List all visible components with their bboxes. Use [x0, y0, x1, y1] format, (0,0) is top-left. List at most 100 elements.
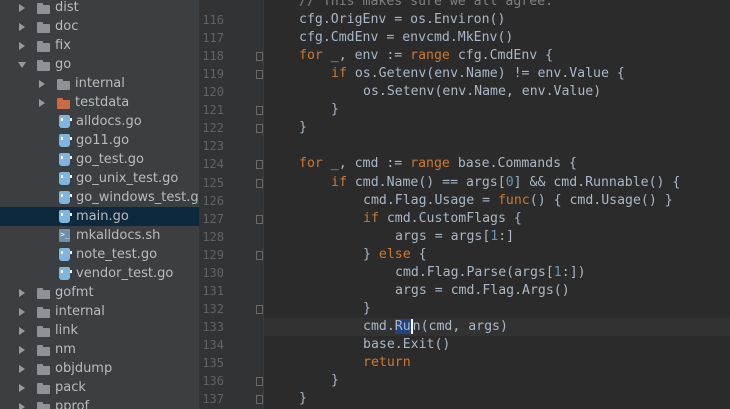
tree-item-go[interactable]: go: [0, 55, 199, 74]
fold-marker-icon[interactable]: [256, 395, 263, 405]
tree-item-alldocs-go[interactable]: alldocs.go: [0, 112, 199, 131]
project-tree-panel: dist doc fix go internal testdata alldocs.go go…: [0, 0, 200, 409]
tree-item-mkalldocs-sh[interactable]: mkalldocs.sh: [0, 226, 199, 245]
code-line[interactable]: for _, cmd := range base.Commands {: [299, 155, 577, 173]
code-line[interactable]: } else {: [299, 246, 427, 264]
folder-icon: [36, 285, 52, 300]
folder-icon: [36, 361, 52, 376]
code-line-content: }: [299, 391, 307, 406]
chevron-right-icon[interactable]: [18, 283, 28, 302]
tree-item-testdata[interactable]: testdata: [0, 93, 199, 112]
chevron-right-icon[interactable]: [38, 74, 48, 93]
code-line-content: cmd.Ru n(cmd, args): [363, 318, 508, 334]
line-number: 134: [202, 337, 224, 352]
code-token: for: [299, 48, 323, 64]
line-number: 122: [202, 121, 224, 136]
tree-item-label: internal: [75, 76, 125, 91]
tree-item-fix[interactable]: fix: [0, 36, 199, 55]
code-line-content: cfg.CmdEnv = envcmd.MkEnv(): [299, 30, 513, 45]
fold-marker-icon[interactable]: [256, 124, 263, 134]
chevron-right-icon[interactable]: [18, 359, 28, 378]
code-token: if: [363, 210, 379, 226]
code-line-content: }: [363, 301, 371, 316]
code-line[interactable]: }: [299, 372, 339, 390]
code-line[interactable]: }: [299, 101, 339, 119]
tree-item-label: go11.go: [76, 133, 130, 148]
fold-marker-icon[interactable]: [256, 160, 263, 170]
line-number: 120: [202, 85, 224, 100]
code-line[interactable]: cmd.Flag.Usage = func() { cmd.Usage() }: [299, 192, 673, 210]
chevron-right-icon[interactable]: [18, 321, 28, 340]
code-line[interactable]: return: [299, 354, 411, 372]
chevron-right-icon[interactable]: [18, 397, 28, 409]
code-line[interactable]: cfg.OrigEnv = os.Environ(): [299, 11, 505, 29]
tree-item-go11-go[interactable]: go11.go: [0, 131, 199, 150]
folder-icon: [36, 0, 52, 15]
code-editor[interactable]: 116 117 118 119 120 121 122 123 124 125 126 127 128 1…: [200, 0, 730, 409]
code-line[interactable]: for _, env := range cfg.CmdEnv {: [299, 47, 553, 65]
tree-item-note-test-go[interactable]: note_test.go: [0, 245, 199, 264]
fold-marker-icon[interactable]: [256, 106, 263, 116]
code-line[interactable]: cmd.Ru n(cmd, args): [264, 317, 730, 336]
tree-item-go-test-go[interactable]: go_test.go: [0, 150, 199, 169]
tree-item-main-go[interactable]: main.go: [0, 207, 199, 226]
fold-marker-icon[interactable]: [256, 250, 263, 260]
tree-item-pprof[interactable]: pprof: [0, 397, 199, 409]
go-file-icon: [57, 209, 73, 224]
code-line[interactable]: base.Exit(): [299, 336, 450, 354]
line-number: 133: [202, 319, 224, 334]
code-token: {: [410, 246, 427, 262]
chevron-right-icon[interactable]: [18, 378, 28, 397]
tree-item-label: dist: [55, 0, 79, 15]
code-line[interactable]: }: [299, 300, 371, 318]
tree-item-pack[interactable]: pack: [0, 378, 199, 397]
code-line-content: cmd.Flag.Usage = func() { cmd.Usage() }: [363, 193, 673, 208]
code-line[interactable]: args = args[1:]: [299, 228, 514, 246]
chevron-right-icon[interactable]: [18, 0, 28, 17]
tree-item-gofmt[interactable]: gofmt: [0, 283, 199, 302]
tree-item-go-windows-test-go[interactable]: go_windows_test.go: [0, 188, 199, 207]
line-number: 123: [202, 139, 224, 154]
code-line[interactable]: if cmd.Name() == args[0] && cmd.Runnable…: [299, 174, 680, 192]
code-line[interactable]: // This makes sure we all agree.: [299, 0, 553, 11]
folder-icon: [36, 380, 52, 395]
code-line[interactable]: if os.Getenv(env.Name) != env.Value {: [299, 65, 625, 83]
code-line[interactable]: }: [299, 390, 307, 408]
code-token: 0: [505, 174, 514, 190]
fold-marker-icon[interactable]: [256, 70, 263, 80]
chevron-right-icon[interactable]: [18, 340, 28, 359]
code-line[interactable]: args = cmd.Flag.Args(): [299, 282, 570, 300]
tree-item-label: link: [55, 323, 78, 338]
chevron-right-icon[interactable]: [38, 93, 48, 112]
code-line[interactable]: cfg.CmdEnv = envcmd.MkEnv(): [299, 29, 513, 47]
line-number: 126: [202, 193, 224, 208]
tree-item-doc[interactable]: doc: [0, 17, 199, 36]
fold-marker-icon[interactable]: [256, 304, 263, 314]
code-line[interactable]: }: [299, 119, 307, 137]
chevron-right-icon[interactable]: [18, 302, 28, 321]
code-line-content: }: [331, 102, 339, 117]
code-token: for: [299, 156, 323, 172]
folder-icon: [36, 323, 52, 338]
tree-item-nm[interactable]: nm: [0, 340, 199, 359]
code-line[interactable]: if cmd.CustomFlags {: [299, 210, 522, 228]
tree-item-go-unix-test-go[interactable]: go_unix_test.go: [0, 169, 199, 188]
folder-icon: [36, 38, 52, 53]
tree-item-vendor-test-go[interactable]: vendor_test.go: [0, 264, 199, 283]
tree-item-objdump[interactable]: objdump: [0, 359, 199, 378]
code-line[interactable]: cmd.Flag.Parse(args[1:]): [299, 264, 586, 282]
tree-item-link[interactable]: link: [0, 321, 199, 340]
chevron-right-icon[interactable]: [18, 36, 28, 55]
code-token: if: [331, 66, 347, 82]
fold-marker-icon[interactable]: [256, 377, 263, 387]
tree-item-internal[interactable]: internal: [0, 74, 199, 93]
chevron-down-icon[interactable]: [18, 55, 28, 74]
chevron-right-icon[interactable]: [18, 17, 28, 36]
fold-marker-icon[interactable]: [256, 52, 263, 62]
fold-marker-icon[interactable]: [256, 178, 263, 188]
fold-marker-icon[interactable]: [256, 214, 263, 224]
tree-item-dist[interactable]: dist: [0, 0, 199, 17]
code-line[interactable]: os.Setenv(env.Name, env.Value): [299, 83, 601, 101]
code-token: os.Getenv(env.Name) != env.Value {: [346, 66, 625, 82]
tree-item-internal[interactable]: internal: [0, 302, 199, 321]
